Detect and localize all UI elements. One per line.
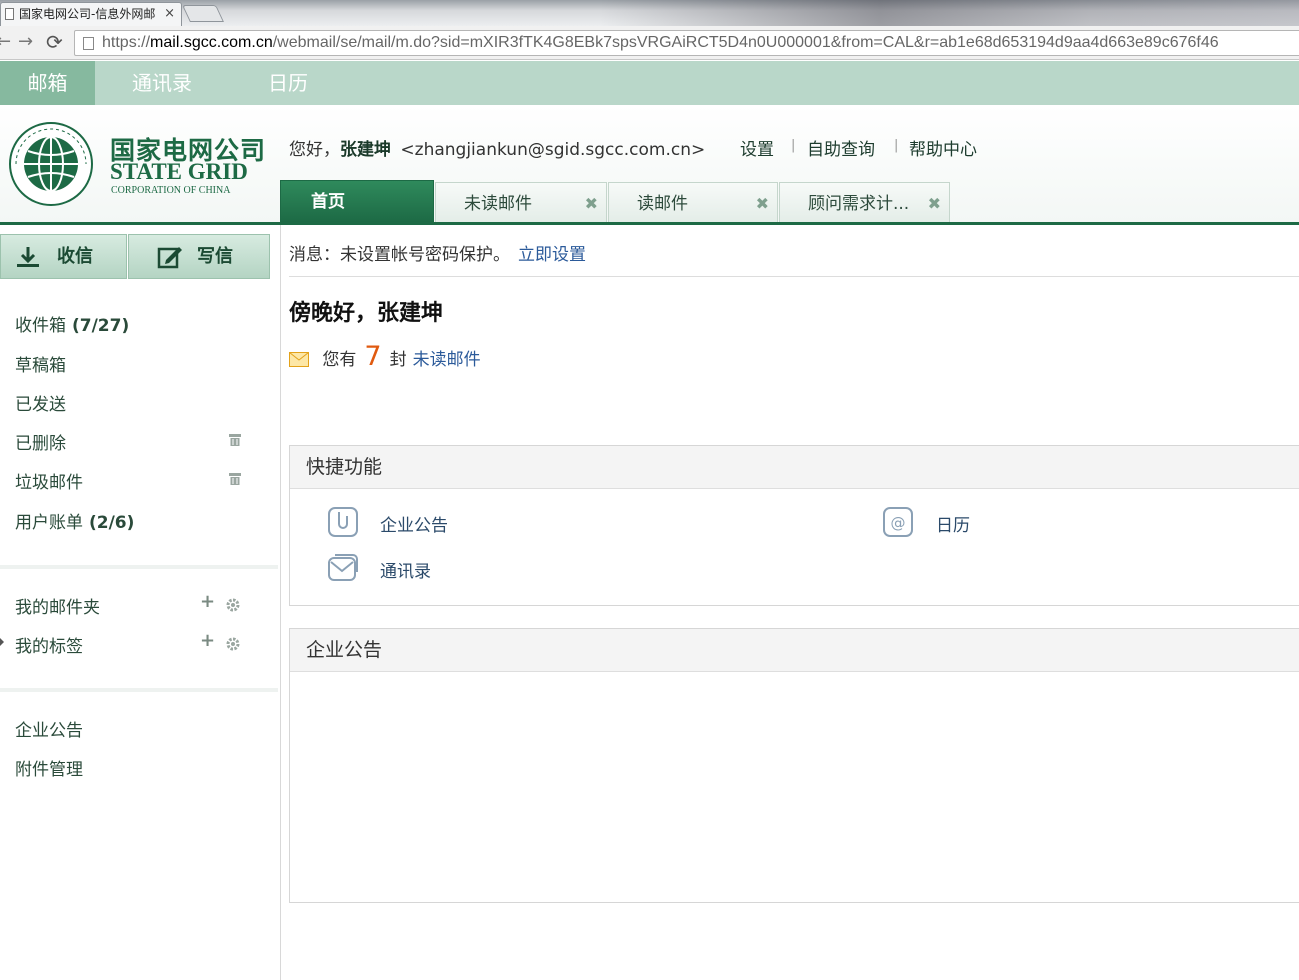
tab-read-mail[interactable]: 读邮件 ✖	[608, 182, 778, 222]
gear-icon[interactable]	[225, 636, 241, 652]
add-tag-icon[interactable]: +	[200, 630, 215, 651]
user-name: 张建坤	[340, 140, 391, 160]
quick-functions-panel: 快捷功能 企业公告 @ 日历 通讯录	[289, 445, 1299, 606]
calendar-icon[interactable]: @	[882, 506, 914, 538]
logo-text-en: STATE GRID	[110, 159, 248, 184]
browser-tab[interactable]: 国家电网公司-信息外网邮 ×	[0, 2, 182, 26]
quick-link-notices[interactable]: 企业公告	[380, 511, 448, 536]
nav-contacts[interactable]: 通讯录	[112, 61, 212, 105]
tabstrip-background	[600, 0, 1299, 26]
tab-consultant-request[interactable]: 顾问需求计... ✖	[779, 182, 950, 222]
receive-button[interactable]: 收信	[0, 234, 127, 279]
self-service-link[interactable]: 自助查询	[807, 135, 875, 160]
browser-tabstrip: 国家电网公司-信息外网邮 ×	[0, 0, 1299, 26]
quick-link-calendar[interactable]: 日历	[936, 511, 970, 536]
tab-unread-mail[interactable]: 未读邮件 ✖	[435, 182, 607, 222]
settings-link[interactable]: 设置	[740, 135, 774, 160]
separator: |	[791, 138, 796, 153]
quick-link-contacts[interactable]: 通讯录	[380, 557, 431, 582]
unread-count: 7	[364, 341, 382, 372]
folder-sent[interactable]: 已发送	[15, 390, 66, 415]
app-nav: 邮箱 通讯录 日历	[0, 61, 1299, 105]
sidebar-divider	[0, 688, 278, 692]
panel-title: 快捷功能	[290, 446, 1299, 489]
folder-spam[interactable]: 垃圾邮件	[15, 468, 83, 493]
folder-drafts[interactable]: 草稿箱	[15, 351, 66, 376]
page-icon	[83, 37, 94, 50]
divider	[289, 276, 1299, 277]
separator: |	[894, 138, 899, 153]
help-center-link[interactable]: 帮助中心	[909, 135, 977, 160]
gear-icon[interactable]	[225, 597, 241, 613]
address-bar[interactable]: https://mail.sgcc.com.cn/webmail/se/mail…	[74, 30, 1299, 56]
sidebar: 收信 写信 收件箱 (7/27) 草稿箱 已发送 已删除 垃圾邮件 用户账单 (2/…	[0, 225, 281, 980]
close-icon[interactable]: ✖	[756, 183, 769, 225]
svg-text:@: @	[891, 514, 906, 532]
my-tags[interactable]: 我的标签	[15, 632, 83, 657]
panel-title: 企业公告	[290, 629, 1299, 672]
expand-arrow-icon[interactable]	[0, 638, 4, 646]
trash-icon[interactable]	[229, 473, 241, 485]
unread-mail-link[interactable]: 未读邮件	[413, 350, 481, 370]
folder-deleted[interactable]: 已删除	[15, 429, 66, 454]
browser-tab-title: 国家电网公司-信息外网邮	[19, 7, 156, 21]
welcome-heading: 傍晚好，张建坤	[289, 301, 444, 326]
state-grid-logo-icon	[9, 122, 93, 206]
reload-icon[interactable]: ⟳	[46, 32, 63, 52]
user-email: <zhangjiankun@sgid.sgcc.com.cn>	[400, 140, 706, 160]
forward-arrow-icon[interactable]: →	[18, 32, 33, 52]
tab-home[interactable]: 首页	[280, 180, 434, 222]
trash-icon[interactable]	[229, 434, 241, 446]
user-greeting: 您好，张建坤 <zhangjiankun@sgid.sgcc.com.cn>	[289, 140, 706, 160]
logo-subtitle: CORPORATION OF CHINA	[111, 185, 231, 196]
compose-button[interactable]: 写信	[128, 234, 270, 279]
page-icon	[5, 8, 14, 20]
sidebar-link-notices[interactable]: 企业公告	[15, 716, 83, 741]
back-arrow-icon[interactable]: ←	[0, 32, 11, 52]
notice-icon[interactable]	[327, 506, 359, 538]
close-icon[interactable]: ✖	[928, 183, 941, 225]
my-folders[interactable]: 我的邮件夹	[15, 593, 100, 618]
system-message: 消息：未设置帐号密码保护。 立即设置	[289, 245, 586, 265]
close-icon[interactable]: ✖	[585, 183, 598, 225]
folder-inbox[interactable]: 收件箱 (7/27)	[15, 311, 129, 336]
nav-mailbox[interactable]: 邮箱	[0, 61, 95, 105]
close-icon[interactable]: ×	[164, 3, 175, 25]
enterprise-notice-panel: 企业公告	[289, 628, 1299, 903]
envelope-icon	[289, 352, 309, 367]
download-icon	[17, 247, 39, 267]
header: 国家电网公司 STATE GRID CORPORATION OF CHINA 您…	[0, 105, 1299, 225]
unread-count: (7/27)	[72, 316, 130, 336]
nav-calendar[interactable]: 日历	[250, 61, 326, 105]
setup-now-link[interactable]: 立即设置	[518, 245, 586, 265]
add-folder-icon[interactable]: +	[200, 591, 215, 612]
browser-toolbar: ← → ⟳ https://mail.sgcc.com.cn/webmail/s…	[0, 26, 1299, 60]
contacts-icon[interactable]	[327, 552, 359, 584]
unread-summary: 您有 7 封未读邮件	[289, 341, 481, 372]
new-tab-button[interactable]	[182, 5, 224, 22]
sidebar-divider	[0, 565, 278, 569]
sidebar-link-attachments[interactable]: 附件管理	[15, 755, 83, 780]
unread-count: (2/6)	[89, 513, 135, 533]
folder-user-bills[interactable]: 用户账单 (2/6)	[15, 508, 134, 533]
url-text: https://mail.sgcc.com.cn/webmail/se/mail…	[102, 34, 1219, 51]
compose-icon	[157, 247, 182, 269]
main-content: 消息：未设置帐号密码保护。 立即设置 傍晚好，张建坤 您有 7 封未读邮件 快捷功能 …	[282, 225, 1299, 980]
